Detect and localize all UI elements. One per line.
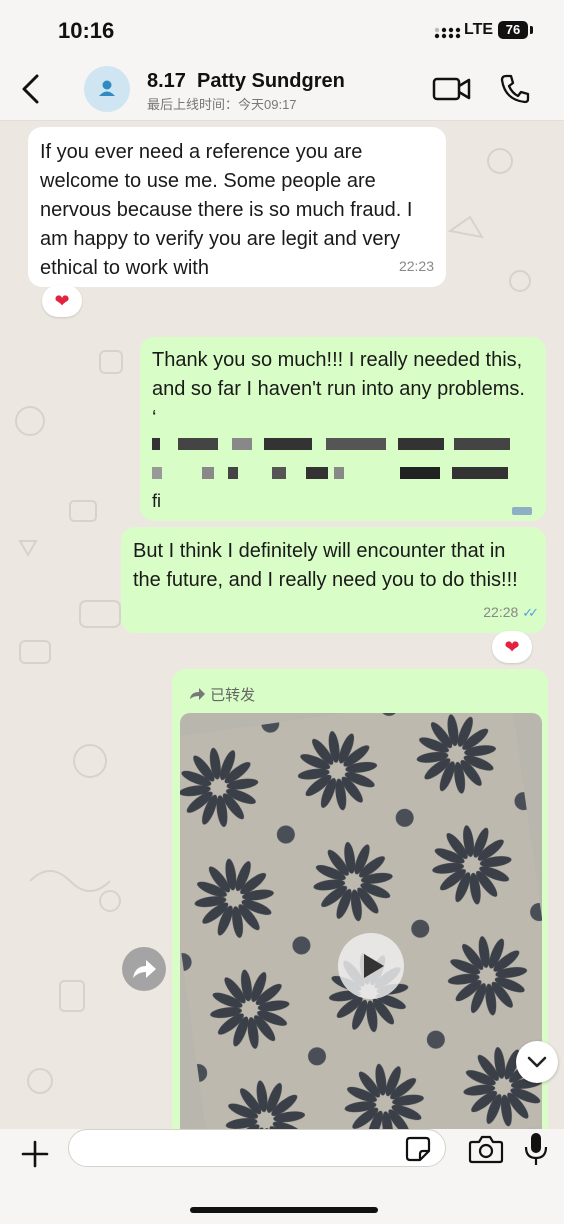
- phone-icon[interactable]: [498, 72, 532, 106]
- contact-name[interactable]: 8.17 Patty Sundgren: [147, 70, 345, 93]
- signal-icon: [434, 27, 461, 39]
- message-bubble-incoming[interactable]: If you ever need a reference you are wel…: [28, 127, 446, 287]
- play-button[interactable]: [338, 933, 404, 999]
- message-input[interactable]: [68, 1129, 446, 1167]
- last-seen-status: 最后上线时间：今天09:17: [147, 97, 297, 112]
- sticker-icon[interactable]: [404, 1135, 432, 1163]
- home-indicator: [190, 1207, 378, 1213]
- message-text: Thank you so much!!! I really needed thi…: [152, 349, 525, 429]
- back-arrow-icon[interactable]: [16, 72, 46, 106]
- battery-level: 76: [498, 21, 528, 39]
- message-bubble-outgoing[interactable]: Thank you so much!!! I really needed thi…: [140, 337, 546, 521]
- battery-tip: [530, 26, 533, 34]
- video-thumbnail[interactable]: [180, 713, 542, 1129]
- status-time: 10:16: [58, 18, 115, 43]
- message-meta: 22:28 ✓✓: [483, 598, 539, 627]
- message-bubble-outgoing[interactable]: But I think I definitely will encounter …: [121, 527, 546, 633]
- read-receipt-icon: ✓✓: [522, 605, 539, 620]
- tile-pattern-image: [180, 713, 542, 1129]
- heart-reaction-icon[interactable]: ❤: [42, 285, 82, 317]
- message-text: If you ever need a reference you are wel…: [40, 141, 413, 279]
- composer-bar: [0, 1129, 564, 1224]
- status-bar: 10:16 LTE 76: [0, 0, 564, 58]
- message-time: 22:28: [483, 604, 519, 620]
- avatar[interactable]: [84, 66, 130, 112]
- forwarded-arrow-icon: [190, 688, 205, 700]
- forwarded-label: 已转发: [188, 681, 255, 710]
- share-icon: [133, 960, 156, 978]
- message-text-tail: fi: [152, 491, 161, 511]
- scroll-to-bottom-button[interactable]: [516, 1041, 558, 1083]
- message-text: But I think I definitely will encounter …: [133, 540, 518, 591]
- video-message-bubble[interactable]: 已转发: [172, 669, 548, 1129]
- message-time: 22:23: [398, 258, 434, 274]
- message-time: [512, 507, 532, 515]
- mic-icon[interactable]: [522, 1131, 550, 1167]
- avatar-person-icon: [99, 80, 115, 96]
- video-call-icon[interactable]: [432, 74, 472, 104]
- chevron-down-icon: [527, 1056, 547, 1068]
- share-button[interactable]: [122, 947, 166, 991]
- plus-icon[interactable]: [20, 1139, 50, 1169]
- play-icon: [364, 954, 384, 978]
- heart-reaction-icon[interactable]: ❤: [492, 631, 532, 663]
- network-type: LTE: [464, 21, 494, 38]
- chat-area[interactable]: If you ever need a reference you are wel…: [0, 121, 564, 1129]
- camera-icon[interactable]: [468, 1133, 504, 1165]
- chat-header: 8.17 Patty Sundgren 最后上线时间：今天09:17: [0, 58, 564, 121]
